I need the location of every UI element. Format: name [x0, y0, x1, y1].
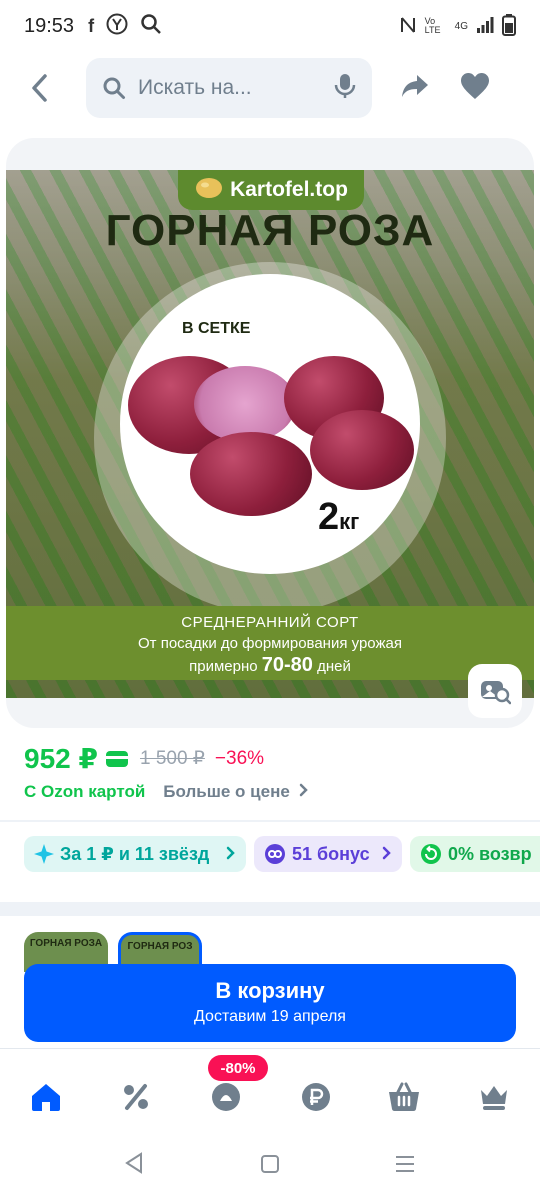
search-notification-icon [140, 13, 162, 40]
nav-discount-badge: -80% [208, 1055, 268, 1081]
divider [0, 902, 540, 916]
return-chip-label: 0% возвр [448, 843, 532, 864]
home-icon [32, 1084, 60, 1111]
search-bar[interactable] [86, 58, 372, 118]
nav-profile[interactable] [474, 1077, 514, 1117]
ozon-card-icon [105, 750, 128, 767]
yandex-icon [106, 13, 128, 40]
add-to-cart-button[interactable]: В корзину Доставим 19 апреля [24, 964, 516, 1042]
system-back-icon[interactable] [124, 1152, 144, 1179]
bonus-icon [265, 844, 285, 864]
find-similar-button[interactable] [468, 664, 522, 718]
search-icon [103, 77, 125, 99]
return-chip[interactable]: 0% возвр [410, 836, 540, 872]
status-notifications: f [88, 13, 162, 40]
fresh-icon [212, 1083, 240, 1111]
nav-fresh[interactable] [206, 1077, 246, 1117]
status-bar: 19:53 f Vo LTE 4G [0, 0, 540, 52]
volte-label: Vo LTE [424, 16, 441, 35]
sparkle-icon [34, 844, 54, 864]
discount-badge: −36% [214, 747, 265, 769]
system-navigation-bar [0, 1130, 540, 1200]
nfc-icon [399, 15, 417, 38]
divider [0, 820, 540, 822]
chevron-right-icon [382, 844, 392, 865]
status-time: 19:53 [24, 14, 75, 37]
period-suffix: дней [317, 658, 351, 675]
nav-home[interactable] [26, 1077, 66, 1117]
variety-title: ГОРНАЯ РОЗА [105, 206, 435, 255]
top-bar [0, 52, 540, 124]
potato-image [310, 410, 414, 490]
favorite-button[interactable] [460, 72, 490, 105]
maturity-label: СРЕДНЕРАННИЙ СОРТ [181, 614, 359, 631]
price-row: 952 ₽ 1 500 ₽ −36% [24, 742, 264, 775]
price-subrow: С Ozon картой Больше о цене [24, 782, 309, 802]
info-strip: СРЕДНЕРАННИЙ СОРТ От посадки до формиров… [6, 606, 534, 680]
more-about-price-link[interactable]: Больше о цене [163, 782, 308, 802]
potato-logo-icon [194, 176, 224, 205]
chevron-left-icon [32, 74, 47, 102]
old-price: 1 500 ₽ [139, 748, 205, 769]
status-system: Vo LTE 4G [399, 13, 516, 39]
weight-unit: кг [339, 509, 360, 534]
period-prefix: примерно [189, 658, 258, 675]
battery-icon [502, 13, 516, 39]
heart-icon [461, 72, 489, 99]
brand-text: Kartofel.top [230, 178, 348, 201]
potato-image [190, 432, 312, 516]
chevron-right-icon [299, 783, 308, 797]
share-icon [402, 74, 428, 97]
facebook-icon: f [88, 15, 95, 36]
product-gallery[interactable]: Kartofel.top ГОРНАЯ РОЗА В СЕТКЕ 2кг СРЕ… [6, 138, 534, 728]
crown-icon [481, 1086, 507, 1110]
microphone-icon[interactable] [334, 73, 356, 104]
system-recents-icon[interactable] [394, 1154, 416, 1179]
nav-finance[interactable] [296, 1077, 336, 1117]
weight-value: 2 [318, 496, 340, 538]
search-input[interactable] [138, 76, 308, 100]
image-search-icon [481, 681, 511, 705]
bonus-chip[interactable]: 51 бонус [254, 836, 402, 872]
potato-cut-image [194, 366, 296, 442]
system-home-icon[interactable] [260, 1154, 280, 1179]
period-line: От посадки до формирования урожая [138, 635, 402, 652]
nav-cart[interactable] [384, 1077, 424, 1117]
period-days-line: примерно 70-80 дней [6, 652, 534, 677]
signal-icon [476, 16, 494, 36]
back-button[interactable] [18, 66, 62, 110]
current-price: 952 ₽ [24, 743, 98, 774]
chevron-right-icon [226, 844, 236, 865]
product-content: Kartofel.top ГОРНАЯ РОЗА В СЕТКЕ 2кг СРЕ… [0, 124, 540, 1174]
nav-discounts[interactable] [116, 1077, 156, 1117]
share-button[interactable] [400, 73, 430, 104]
bonus-chip-label: 51 бонус [292, 843, 370, 864]
ruble-icon [302, 1083, 330, 1111]
cart-icon [389, 1082, 419, 1111]
discount-icon [124, 1084, 148, 1110]
benefit-chips: За 1 ₽ и 11 звёзд 51 бонус 0% возвр [24, 836, 540, 872]
brand-tab: Kartofel.top [178, 170, 364, 210]
network-label: 4G [454, 20, 468, 32]
more-about-price-text: Больше о цене [163, 782, 290, 801]
product-photo: Kartofel.top ГОРНАЯ РОЗА В СЕТКЕ 2кг СРЕ… [6, 170, 534, 698]
stars-chip-label: За 1 ₽ и 11 звёзд [60, 843, 210, 864]
period-days: 70-80 [261, 654, 313, 676]
add-to-cart-label: В корзину [215, 978, 325, 1003]
with-ozon-card-label: С Ozon картой [24, 782, 146, 801]
return-icon [421, 844, 441, 864]
packaging-label: В СЕТКЕ [182, 320, 251, 337]
weight-label: 2кг [318, 496, 359, 539]
delivery-date-label: Доставим 19 апреля [194, 1008, 346, 1025]
stars-chip[interactable]: За 1 ₽ и 11 звёзд [24, 836, 246, 872]
